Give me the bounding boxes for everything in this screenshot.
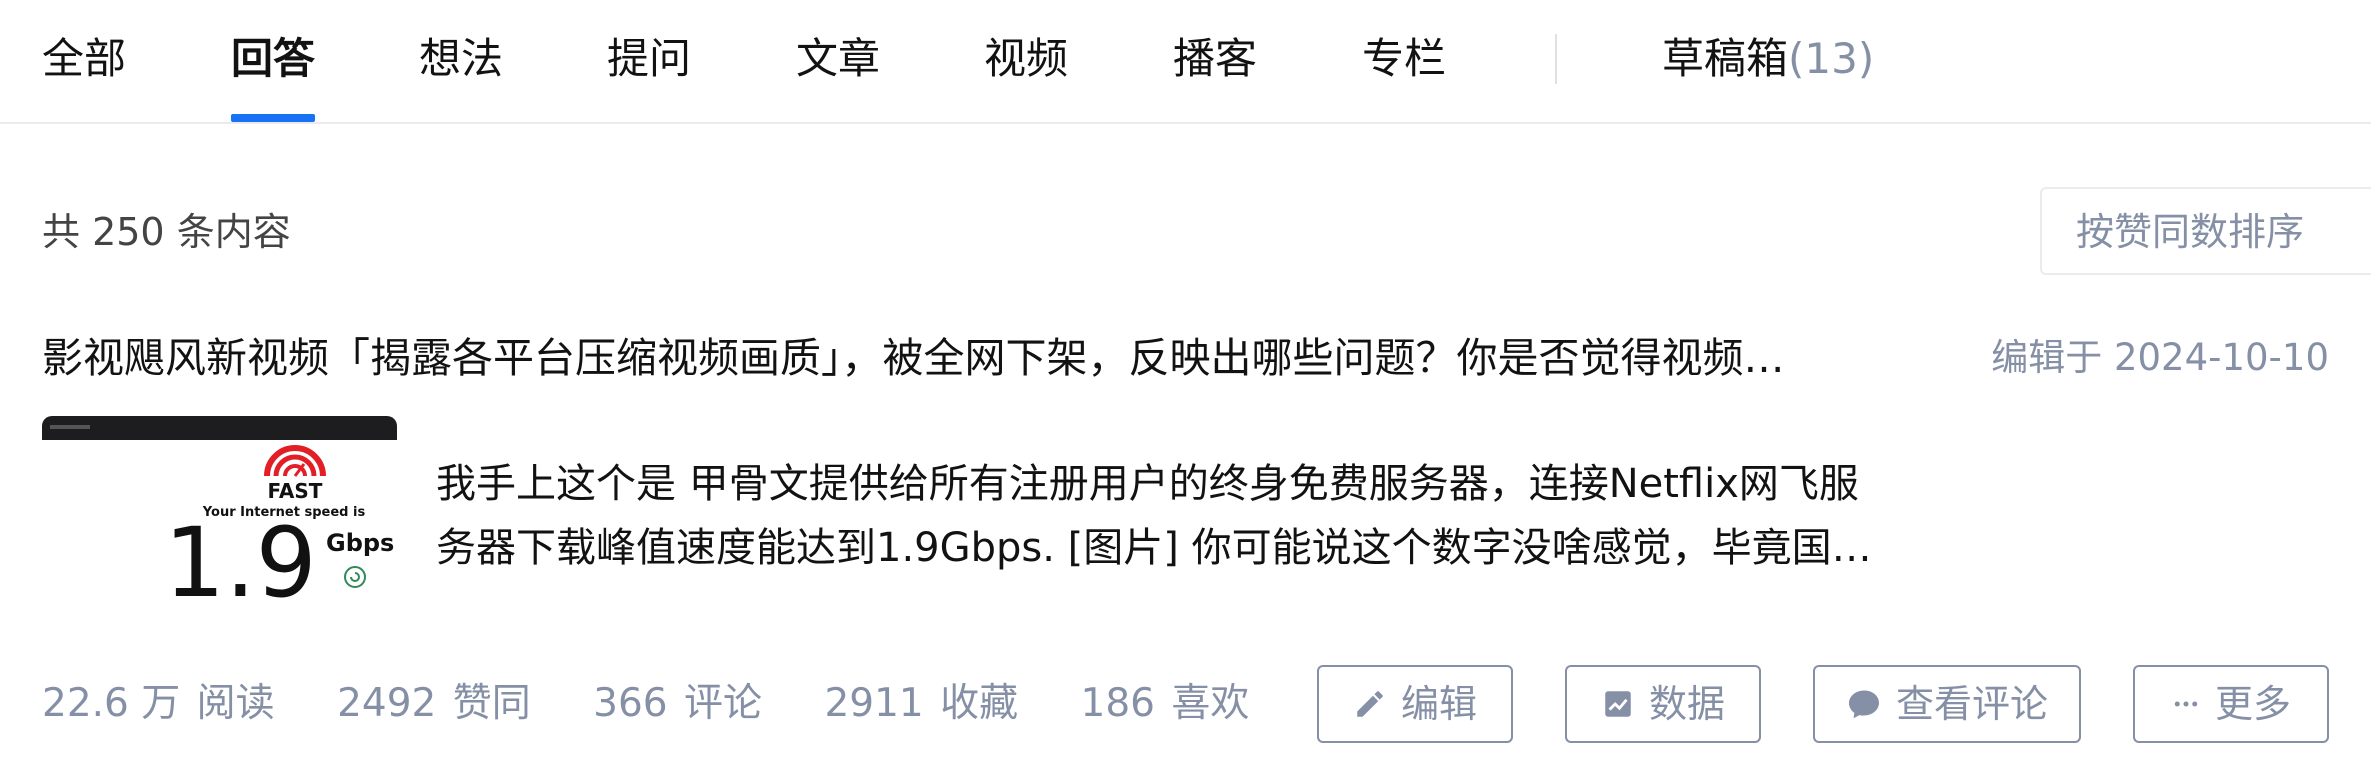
speed-value-text: 1.9: [164, 507, 317, 606]
tab-all[interactable]: 全部: [42, 30, 126, 88]
answer-title[interactable]: 影视飓风新视频「揭露各平台压缩视频画质」，被全网下架，反映出哪些问题？你是否觉得…: [42, 330, 1862, 386]
answer-stats: 22.6 万 阅读 2492 赞同 366 评论 2911 收藏 186 喜欢: [42, 678, 1299, 730]
data-button-label: 数据: [1648, 682, 1725, 726]
more-button-label: 更多: [2214, 682, 2291, 726]
answer-thumbnail[interactable]: FAST Your Internet speed is 1.9 Gbps: [42, 416, 397, 606]
loves-count: 186: [1080, 681, 1155, 726]
comment-bubble-icon: [1848, 690, 1879, 719]
loves-label: 喜欢: [1171, 681, 1250, 726]
tab-answers[interactable]: 回答: [231, 30, 315, 88]
speed-unit-text: Gbps: [326, 529, 394, 557]
tab-thoughts[interactable]: 想法: [419, 30, 503, 88]
tab-bar: 全部 回答 想法 提问 文章 视频 播客 专栏 草稿箱(13): [0, 0, 2371, 124]
tab-drafts[interactable]: 草稿箱(13): [1662, 30, 1874, 88]
tab-articles[interactable]: 文章: [796, 30, 880, 88]
comments-count: 366: [593, 681, 668, 726]
sort-selected-label: 按赞同数排序: [2076, 210, 2305, 254]
edit-button-label: 编辑: [1400, 682, 1477, 726]
refresh-icon: [344, 566, 366, 588]
chart-icon: [1605, 691, 1631, 717]
view-comments-label: 查看评论: [1895, 682, 2048, 726]
drafts-label: 草稿箱: [1662, 34, 1789, 83]
drafts-count: (13): [1788, 34, 1875, 83]
edited-date: 编辑于 2024-10-10: [1991, 336, 2329, 379]
reads-label: 阅读: [196, 681, 275, 726]
favorites-label: 收藏: [940, 681, 1019, 726]
view-comments-button[interactable]: 查看评论: [1813, 665, 2081, 743]
answer-excerpt[interactable]: 我手上这个是 甲骨文提供给所有注册用户的终身免费服务器，连接Netflix网飞服…: [436, 452, 1876, 580]
ellipsis-icon: [2174, 701, 2198, 707]
active-tab-indicator: [231, 114, 315, 122]
likes-count: 2492: [337, 681, 437, 726]
edit-button[interactable]: 编辑: [1317, 665, 1513, 743]
speedtest-image: FAST Your Internet speed is 1.9 Gbps: [164, 445, 394, 606]
speedometer-icon: [264, 445, 326, 477]
tab-videos[interactable]: 视频: [984, 30, 1068, 88]
fast-brand-text: FAST: [268, 479, 323, 503]
favorites-count: 2911: [824, 681, 924, 726]
more-button[interactable]: 更多: [2133, 665, 2329, 743]
tab-columns[interactable]: 专栏: [1362, 30, 1446, 88]
data-button[interactable]: 数据: [1565, 665, 1761, 743]
tab-questions[interactable]: 提问: [607, 30, 691, 88]
pencil-icon: [1357, 691, 1383, 717]
tab-podcasts[interactable]: 播客: [1173, 30, 1257, 88]
sort-select[interactable]: 按赞同数排序: [2040, 187, 2371, 275]
tab-divider: [1555, 34, 1557, 84]
comments-label: 评论: [684, 681, 763, 726]
reads-count: 22.6 万: [42, 681, 181, 726]
likes-label: 赞同: [452, 681, 531, 726]
total-count: 共 250 条内容: [42, 210, 291, 254]
